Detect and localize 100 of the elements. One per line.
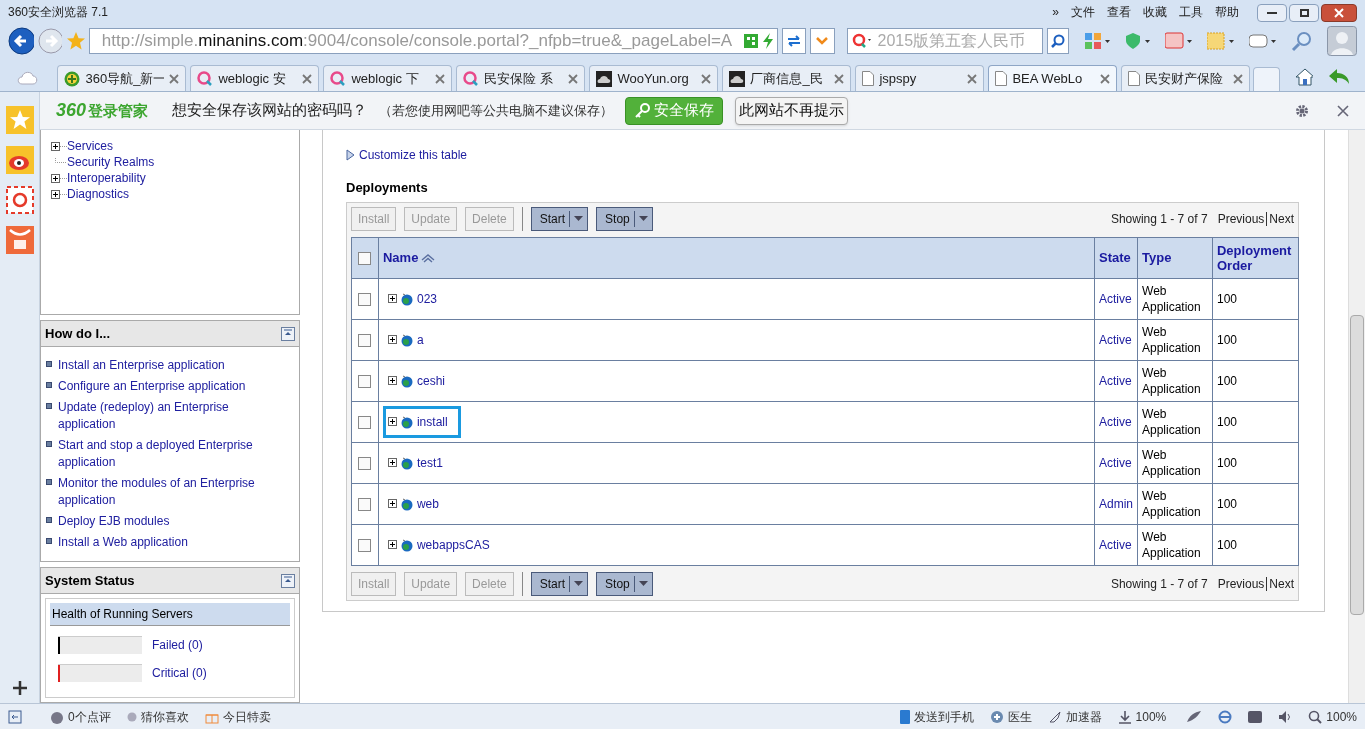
search-button[interactable]: [1046, 28, 1069, 54]
status-link[interactable]: Failed (0): [152, 636, 203, 654]
lightning-icon[interactable]: [762, 33, 775, 49]
menu-item[interactable]: 查看: [1107, 3, 1131, 21]
close-tab-icon[interactable]: [1100, 73, 1111, 84]
cloud-icon[interactable]: [16, 69, 39, 85]
search-field[interactable]: 2015版第五套人民币: [846, 28, 1043, 54]
browser-tab[interactable]: BEA WebLo: [988, 65, 1118, 91]
discount-bag-icon[interactable]: [5, 226, 34, 254]
status-link[interactable]: Critical (0): [152, 664, 207, 682]
menu-item[interactable]: 收藏: [1143, 3, 1167, 21]
select-all-checkbox[interactable]: [358, 251, 372, 265]
status-item[interactable]: 医生: [1007, 707, 1032, 726]
row-checkbox[interactable]: [358, 497, 372, 511]
expand-icon[interactable]: [387, 417, 397, 426]
browser-e-icon[interactable]: [1218, 709, 1233, 724]
previous-link[interactable]: Previous: [1217, 574, 1265, 593]
status-item[interactable]: 猜你喜欢: [140, 707, 189, 726]
expand-icon[interactable]: [51, 173, 67, 183]
expand-icon[interactable]: [51, 189, 67, 199]
address-field[interactable]: http://simple.minanins.com:9004/console/console.portal?_nfpb=true&_pageLabel=A: [88, 28, 778, 54]
speaker-icon[interactable]: [1278, 709, 1293, 724]
undo-arrow-icon[interactable]: [1328, 68, 1349, 86]
search-engine-icon[interactable]: [851, 33, 874, 49]
tree-link[interactable]: Diagnostics: [67, 185, 130, 203]
browser-tab[interactable]: WooYun.org: [589, 65, 719, 91]
close-tab-icon[interactable]: [568, 73, 579, 84]
menu-item[interactable]: 工具: [1179, 3, 1203, 21]
help-link[interactable]: Install an Enterprise application: [58, 357, 225, 374]
close-tab-icon[interactable]: [169, 73, 180, 84]
browser-tab[interactable]: weblogic 安: [190, 65, 320, 91]
close-button[interactable]: [1321, 4, 1357, 22]
row-checkbox[interactable]: [358, 292, 372, 306]
expand-icon[interactable]: [387, 376, 397, 385]
restore-button[interactable]: [1289, 4, 1319, 22]
status-item[interactable]: 加速器: [1065, 707, 1102, 726]
help-link[interactable]: Start and stop a deployed Enterprise application: [58, 437, 279, 471]
menu-button[interactable]: Start: [530, 571, 589, 596]
status-item[interactable]: 发送到手机: [913, 707, 974, 726]
expand-icon[interactable]: [387, 335, 397, 344]
close-tab-icon[interactable]: [302, 73, 313, 84]
next-link[interactable]: Next: [1269, 209, 1294, 228]
home-icon[interactable]: [1294, 68, 1314, 86]
close-tab-icon[interactable]: [834, 73, 845, 84]
star-icon[interactable]: [66, 31, 85, 51]
close-tab-icon[interactable]: [1233, 73, 1244, 84]
mail-icon[interactable]: [5, 186, 34, 214]
scrollbar-thumb[interactable]: [1350, 315, 1364, 615]
expand-icon[interactable]: [387, 540, 397, 549]
browser-tab[interactable]: 厂商信息_民: [722, 65, 852, 91]
tree-link[interactable]: Security Realms: [67, 153, 155, 171]
feather-icon[interactable]: [1186, 709, 1203, 724]
pdf-icon[interactable]: [1165, 32, 1193, 50]
next-link[interactable]: Next: [1269, 574, 1294, 593]
qr-code-icon[interactable]: [744, 34, 759, 48]
row-checkbox[interactable]: [358, 415, 372, 429]
menu-button[interactable]: Stop: [596, 571, 653, 596]
row-checkbox[interactable]: [358, 456, 372, 470]
deployment-link[interactable]: ceshi: [416, 371, 445, 390]
expand-icon[interactable]: [51, 141, 67, 151]
tree-link[interactable]: Services: [67, 137, 113, 155]
close-icon[interactable]: [1337, 104, 1349, 117]
previous-link[interactable]: Previous: [1217, 209, 1265, 228]
expand-icon[interactable]: [387, 294, 397, 303]
browser-tab[interactable]: 民安财产保险: [1121, 65, 1251, 91]
row-checkbox[interactable]: [358, 333, 372, 347]
minimize-button[interactable]: [1257, 4, 1287, 22]
deployment-link[interactable]: web: [416, 494, 439, 513]
menu-button[interactable]: Start: [530, 206, 589, 231]
status-item[interactable]: 今日特卖: [222, 707, 271, 726]
collapse-icon[interactable]: [281, 573, 295, 588]
add-icon[interactable]: [12, 681, 27, 695]
deployment-link[interactable]: webappsCAS: [416, 535, 490, 554]
menu-item[interactable]: 文件: [1071, 3, 1095, 21]
menu-item[interactable]: »: [1052, 3, 1059, 21]
customize-table-link[interactable]: Customize this table: [346, 146, 1299, 164]
expand-icon[interactable]: [387, 458, 397, 467]
help-link[interactable]: Install a Web application: [58, 534, 188, 551]
dropdown-button[interactable]: [810, 28, 835, 54]
status-item[interactable]: 100%: [1135, 707, 1167, 726]
zoom-level[interactable]: 100%: [1326, 707, 1357, 726]
browser-tab[interactable]: weblogic 下: [323, 65, 453, 91]
column-header[interactable]: Type: [1142, 250, 1172, 265]
status-item[interactable]: 0个点评: [68, 707, 111, 726]
close-tab-icon[interactable]: [701, 73, 712, 84]
exit-icon[interactable]: [8, 709, 22, 724]
dismiss-button[interactable]: 此网站不再提示: [735, 96, 849, 125]
apps-icon[interactable]: [1085, 32, 1111, 50]
deployment-link[interactable]: test1: [416, 453, 443, 472]
scrollbar[interactable]: [1348, 130, 1365, 703]
collapse-icon[interactable]: [281, 326, 295, 341]
gamepad-icon[interactable]: [1249, 32, 1277, 50]
menu-item[interactable]: 帮助: [1215, 3, 1239, 21]
eye-logo-icon[interactable]: [5, 146, 34, 174]
close-tab-icon[interactable]: [435, 73, 446, 84]
help-link[interactable]: Configure an Enterprise application: [58, 378, 246, 395]
expand-icon[interactable]: [387, 499, 397, 508]
help-link[interactable]: Deploy EJB modules: [58, 513, 170, 530]
back-icon[interactable]: [8, 27, 35, 55]
row-checkbox[interactable]: [358, 374, 372, 388]
